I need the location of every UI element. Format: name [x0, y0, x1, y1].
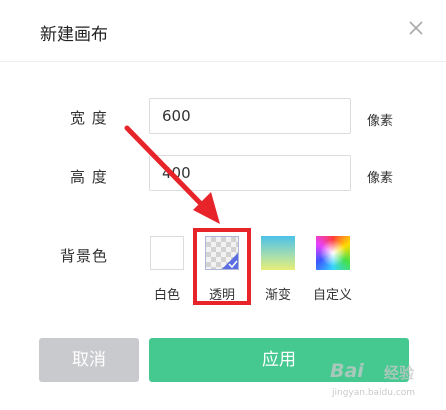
custom-color-swatch[interactable] — [316, 236, 350, 270]
watermark-logo: Bai — [330, 360, 364, 382]
background-color-label: 背景色 — [60, 247, 109, 265]
height-label: 高 度 — [70, 168, 108, 186]
custom-swatch-label: 自定义 — [313, 288, 353, 303]
cancel-button[interactable]: 取消 — [39, 338, 139, 382]
dialog-title: 新建画布 — [40, 25, 108, 45]
close-icon[interactable] — [408, 20, 424, 36]
gradient-swatch[interactable] — [261, 236, 295, 270]
height-unit: 像素 — [367, 171, 394, 186]
gradient-swatch-label: 渐变 — [265, 288, 292, 303]
new-canvas-dialog: 新建画布 宽 度 600 像素 高 度 400 像素 背景色 白色 透明 渐变 … — [0, 0, 446, 410]
dialog-header: 新建画布 — [0, 0, 446, 62]
white-swatch-label: 白色 — [154, 288, 181, 303]
watermark: Bai 经验 jingyan.baidu.com — [330, 358, 440, 406]
width-input[interactable]: 600 — [149, 98, 351, 134]
selection-highlight-box — [193, 228, 251, 305]
width-label: 宽 度 — [70, 109, 108, 127]
watermark-url: jingyan.baidu.com — [332, 388, 416, 398]
white-swatch[interactable] — [150, 236, 184, 270]
width-unit: 像素 — [367, 114, 394, 129]
watermark-text: 经验 — [384, 364, 415, 382]
height-input[interactable]: 400 — [149, 155, 351, 191]
